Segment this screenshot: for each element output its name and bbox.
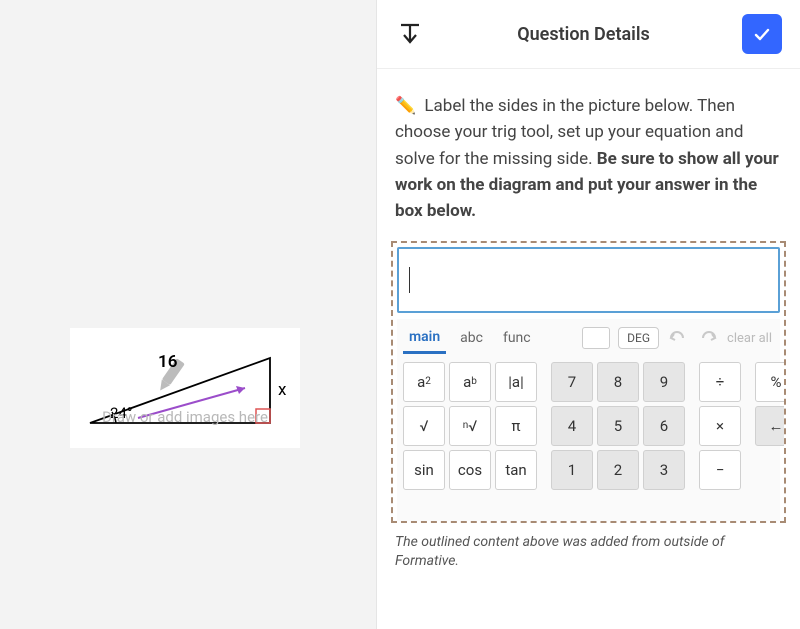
key-9[interactable]: 9 [643, 362, 685, 402]
external-content-footnote: The outlined content above was added fro… [377, 527, 800, 586]
panel-header: Question Details [377, 0, 800, 69]
arrow-down-bar-icon [399, 22, 421, 46]
check-icon [752, 24, 772, 44]
text-cursor [409, 267, 410, 293]
canvas-area[interactable]: 16 24° x Draw or add images here [0, 0, 376, 629]
confirm-button[interactable] [742, 14, 782, 54]
undo-button[interactable] [667, 328, 689, 348]
math-keypad: main abc func DEG clear all [397, 319, 780, 521]
blank-toggle[interactable] [582, 327, 610, 349]
triangle-svg [70, 328, 300, 448]
details-panel: Question Details ✏️ Label the sides in t… [376, 0, 800, 629]
keypad-tabs: main abc func DEG clear all [397, 319, 780, 354]
key-6[interactable]: 6 [643, 406, 685, 446]
key-sqrt[interactable]: √ [403, 406, 445, 446]
triangle-diagram[interactable]: 16 24° x Draw or add images here [70, 328, 300, 448]
key-pi[interactable]: π [495, 406, 537, 446]
key-nth-root[interactable]: n√ [449, 406, 491, 446]
opposite-label: x [278, 380, 286, 400]
deg-toggle[interactable]: DEG [618, 327, 659, 349]
tab-func[interactable]: func [497, 324, 537, 352]
external-content-outline: main abc func DEG clear all [391, 241, 786, 523]
key-multiply[interactable]: × [699, 406, 741, 446]
key-divide[interactable]: ÷ [699, 362, 741, 402]
math-answer-input[interactable] [397, 247, 780, 313]
pencil-icon: ✏️ [395, 96, 416, 116]
key-a-squared[interactable]: a2 [403, 362, 445, 402]
key-7[interactable]: 7 [551, 362, 593, 402]
key-8[interactable]: 8 [597, 362, 639, 402]
hypotenuse-label: 16 [158, 352, 177, 372]
key-2[interactable]: 2 [597, 450, 639, 490]
question-text: ✏️ Label the sides in the picture below.… [377, 69, 800, 241]
key-abs[interactable]: |a| [495, 362, 537, 402]
move-down-button[interactable] [395, 19, 425, 49]
key-grid: a2 ab |a| 7 8 9 ÷ % √ n√ π 4 [397, 354, 780, 490]
key-tan[interactable]: tan [495, 450, 537, 490]
key-5[interactable]: 5 [597, 406, 639, 446]
key-cos[interactable]: cos [449, 450, 491, 490]
undo-icon [668, 331, 688, 345]
key-minus[interactable]: − [699, 450, 741, 490]
key-1[interactable]: 1 [551, 450, 593, 490]
key-sin[interactable]: sin [403, 450, 445, 490]
tab-main[interactable]: main [403, 323, 446, 354]
clear-all-button[interactable]: clear all [727, 331, 772, 346]
redo-icon [698, 331, 718, 345]
panel-title: Question Details [517, 24, 650, 45]
tab-abc[interactable]: abc [454, 324, 489, 352]
key-backspace[interactable]: ← [755, 406, 786, 446]
key-3[interactable]: 3 [643, 450, 685, 490]
key-a-power-b[interactable]: ab [449, 362, 491, 402]
key-percent[interactable]: % [755, 362, 786, 402]
redo-button[interactable] [697, 328, 719, 348]
angle-label: 24° [110, 404, 132, 422]
key-4[interactable]: 4 [551, 406, 593, 446]
